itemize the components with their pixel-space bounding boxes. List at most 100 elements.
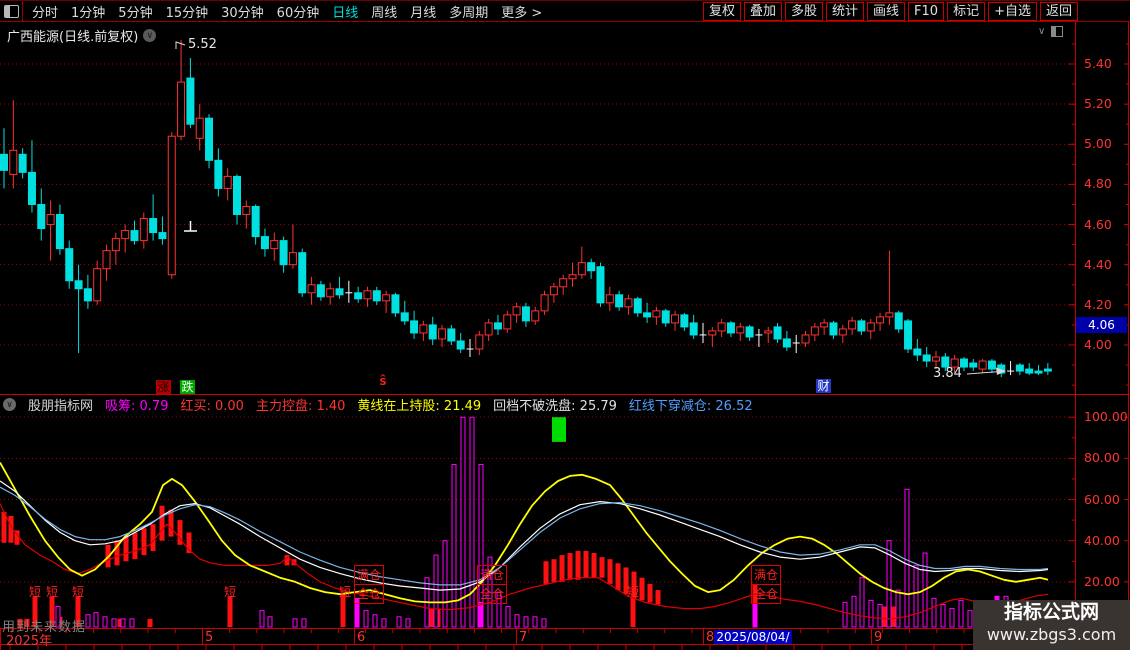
period-item-更多 >[interactable]: 更多 > xyxy=(501,2,542,21)
period-menu: 分时 1分钟 5分钟 15分钟 30分钟 60分钟日线周线月线多周期更多 > xyxy=(32,2,542,21)
candle-body xyxy=(839,329,846,335)
candle-body xyxy=(709,331,716,335)
candle-body xyxy=(783,339,790,347)
collapse-chevron-icon[interactable]: ∨ xyxy=(1038,26,1045,37)
candle-body xyxy=(476,335,483,349)
low-annotation-arrow xyxy=(967,372,1000,375)
candle-body xyxy=(206,118,213,160)
full-position-label: 满仓 xyxy=(478,566,506,585)
candle-body xyxy=(448,329,455,341)
magenta-bar xyxy=(905,489,909,627)
toolbar-button-+自选[interactable]: +自选 xyxy=(988,2,1037,21)
indicator-label-100: 100.00 xyxy=(1084,409,1128,424)
period-item-30分钟[interactable]: 30分钟 xyxy=(221,2,264,21)
red-indicator-bar xyxy=(600,557,605,578)
toolbar-button-标记[interactable]: 标记 xyxy=(947,2,985,21)
site-name: 指标公式网 xyxy=(973,600,1130,625)
all-position-label: 全仓 xyxy=(355,585,383,603)
candle-body xyxy=(560,279,567,287)
short-signal-label: 短 xyxy=(45,583,59,600)
red-block xyxy=(426,609,441,627)
red-indicator-bar xyxy=(133,532,138,559)
candle-body xyxy=(28,172,35,204)
period-item-15分钟[interactable]: 15分钟 xyxy=(166,2,209,21)
indicator-collapse-icon[interactable]: ∨ xyxy=(3,398,16,411)
magenta-bar xyxy=(130,619,134,627)
candle-body xyxy=(439,329,446,339)
overlay-watermark: 用到未来数据 xyxy=(2,616,86,635)
finance-badge: 财 xyxy=(816,379,831,393)
toolbar-button-返回[interactable]: 返回 xyxy=(1040,2,1078,21)
metric-主力控盘: 主力控盘: 1.40 xyxy=(256,395,345,414)
candle-body xyxy=(280,241,287,265)
magenta-bar xyxy=(112,619,116,627)
short-signal-label: 短 xyxy=(626,583,640,600)
magenta-bar xyxy=(103,617,107,627)
time-label-9: 9 xyxy=(874,630,882,645)
toolbar-button-叠加[interactable]: 叠加 xyxy=(744,2,782,21)
candle-body xyxy=(457,341,464,349)
candle-body xyxy=(140,219,147,241)
toolbar-button-F10[interactable]: F10 xyxy=(908,2,944,21)
candle-body xyxy=(644,313,651,317)
period-item-周线[interactable]: 周线 xyxy=(371,2,397,21)
price-label-4.8: 4.80 xyxy=(1084,176,1112,191)
high-annotation: 5.52 xyxy=(188,37,217,52)
candle-body xyxy=(150,219,157,233)
candle-body xyxy=(364,291,371,299)
candle-body xyxy=(327,289,334,297)
magenta-bar xyxy=(843,602,847,627)
metric-红买: 红买: 0.00 xyxy=(180,395,243,414)
candle-body xyxy=(830,323,837,335)
candle-body xyxy=(178,82,185,136)
red-indicator-bar xyxy=(292,559,297,565)
toolbar-button-复权[interactable]: 复权 xyxy=(703,2,741,21)
metric-回档不破洗盘: 回档不破洗盘: 25.79 xyxy=(493,395,617,414)
candle-body xyxy=(905,321,912,349)
top-toolbar: 分时 1分钟 5分钟 15分钟 30分钟 60分钟日线周线月线多周期更多 > 复权叠加多股… xyxy=(0,0,1130,22)
magenta-bar xyxy=(959,600,963,627)
candle-body xyxy=(494,323,501,329)
chevron-down-icon[interactable]: ∨ xyxy=(143,29,156,42)
indicator-header: ∨ 股朋指标网 吸筹: 0.79红买: 0.00主力控盘: 1.40黄线在上持股… xyxy=(3,397,753,412)
period-item-多周期[interactable]: 多周期 xyxy=(449,2,488,21)
period-item-60分钟[interactable]: 60分钟 xyxy=(277,2,320,21)
magenta-bar xyxy=(406,619,410,627)
time-label-6: 6 xyxy=(357,630,365,645)
candle-body xyxy=(131,231,138,241)
magenta-bar xyxy=(852,596,856,627)
candle-body xyxy=(858,321,865,331)
period-item-分时[interactable]: 分时 xyxy=(32,2,58,21)
short-signal-label: 短 xyxy=(71,583,85,600)
candle-body xyxy=(215,160,222,188)
magenta-bar xyxy=(260,611,264,627)
candle-body xyxy=(746,327,753,337)
stock-app-window: 分时 1分钟 5分钟 15分钟 30分钟 60分钟日线周线月线多周期更多 > 复权叠加多股… xyxy=(0,0,1130,650)
period-item-月线[interactable]: 月线 xyxy=(410,2,436,21)
period-item-1分钟[interactable]: 1分钟 xyxy=(71,2,105,21)
price-label-4: 4.00 xyxy=(1084,337,1112,352)
toolbar-button-画线[interactable]: 画线 xyxy=(867,2,905,21)
chart-corner-icons: ∨ xyxy=(1038,26,1063,37)
period-item-5分钟[interactable]: 5分钟 xyxy=(118,2,152,21)
window-icon[interactable] xyxy=(1051,26,1063,37)
red-bottom-bar xyxy=(148,619,153,627)
candle-body xyxy=(373,291,380,301)
magenta-bar xyxy=(887,541,891,627)
candle-body xyxy=(821,323,828,327)
candle-body xyxy=(122,231,129,239)
site-url: www.zbgs3.com xyxy=(973,625,1130,645)
magenta-bar xyxy=(753,604,757,627)
red-indicator-bar xyxy=(544,561,549,584)
candle-body xyxy=(1044,369,1051,371)
period-item-日线[interactable]: 日线 xyxy=(332,2,358,21)
candle-body xyxy=(66,249,73,281)
layout-split-icon[interactable] xyxy=(0,1,23,21)
red-indicator-bar xyxy=(187,532,192,553)
toolbar-button-多股[interactable]: 多股 xyxy=(785,2,823,21)
toolbar-button-统计[interactable]: 统计 xyxy=(826,2,864,21)
candle-body xyxy=(765,331,772,333)
red-indicator-bar xyxy=(115,541,120,566)
candle-body xyxy=(299,253,306,293)
candle-body xyxy=(597,267,604,303)
